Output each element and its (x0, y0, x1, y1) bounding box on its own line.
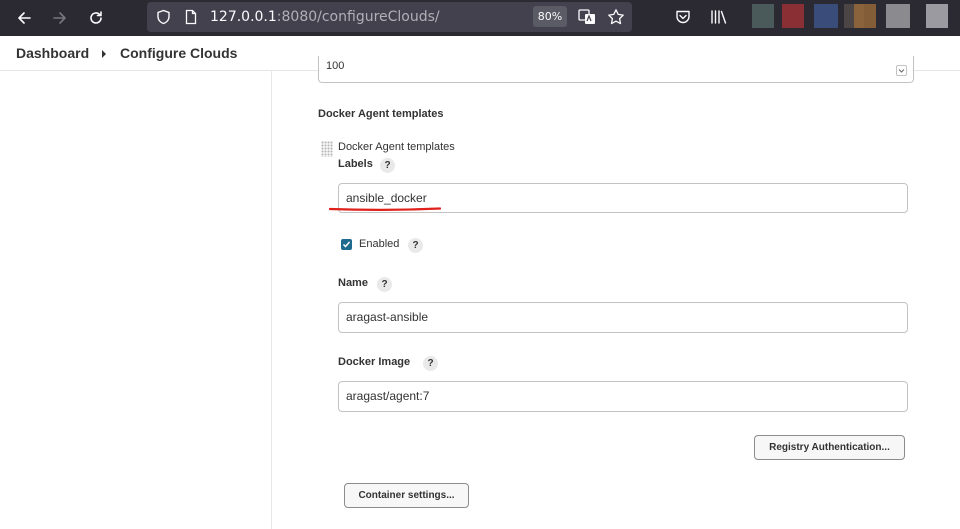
container-cap-field[interactable]: 100 (318, 56, 914, 83)
labels-label: Labels (338, 158, 373, 170)
help-icon[interactable]: ? (408, 238, 423, 253)
pocket-icon[interactable] (675, 9, 691, 29)
side-panel-divider (271, 71, 272, 529)
back-arrow-icon[interactable] (12, 6, 36, 30)
url-host: 127.0.0.1 (210, 9, 277, 25)
browser-toolbar: 127.0.0.1:8080/configureClouds/ 80% (0, 0, 960, 36)
enabled-label: Enabled (359, 238, 400, 250)
drag-handle-icon[interactable] (321, 141, 333, 157)
template-title: Docker Agent templates (338, 141, 455, 153)
translate-icon[interactable] (578, 8, 596, 30)
annotation-underline (329, 207, 441, 211)
name-input-value: aragast-ansible (346, 310, 429, 324)
extension-icon[interactable] (926, 4, 948, 28)
docker-image-input[interactable]: aragast/agent:7 (338, 381, 908, 412)
breadcrumb-dashboard[interactable]: Dashboard (16, 45, 89, 61)
help-icon[interactable]: ? (380, 158, 395, 173)
chevron-down-icon[interactable] (896, 65, 907, 76)
reload-icon[interactable] (84, 6, 108, 30)
extension-icon[interactable] (752, 4, 774, 28)
star-icon[interactable] (607, 8, 625, 30)
url-bar[interactable]: 127.0.0.1:8080/configureClouds/ 80% (147, 2, 632, 32)
breadcrumb-separator-icon (102, 50, 106, 58)
labels-input-value: ansible_docker (346, 191, 427, 205)
docker-image-label: Docker Image (338, 356, 411, 368)
extension-icon[interactable] (854, 4, 876, 28)
url-text[interactable]: 127.0.0.1:8080/configureClouds/ (210, 9, 440, 25)
docker-image-input-value: aragast/agent:7 (346, 389, 430, 403)
registry-authentication-button[interactable]: Registry Authentication... (754, 435, 905, 460)
section-title: Docker Agent templates (318, 108, 444, 120)
extension-icon[interactable] (782, 4, 804, 28)
extension-icon[interactable] (886, 4, 910, 28)
url-path: :8080/configureClouds/ (276, 9, 440, 25)
breadcrumb-configure-clouds[interactable]: Configure Clouds (120, 45, 237, 61)
library-icon[interactable] (710, 9, 728, 29)
forward-arrow-icon[interactable] (48, 6, 72, 30)
name-label: Name (338, 277, 368, 289)
extension-icon[interactable] (814, 4, 838, 28)
container-cap-value: 100 (326, 60, 345, 72)
help-icon[interactable]: ? (377, 277, 392, 292)
help-icon[interactable]: ? (423, 356, 438, 371)
page-icon[interactable] (185, 9, 197, 29)
container-settings-button[interactable]: Container settings... (344, 483, 469, 508)
extension-icons[interactable] (744, 4, 960, 30)
enabled-checkbox[interactable] (341, 239, 352, 250)
shield-icon[interactable] (156, 9, 171, 29)
zoom-level-badge[interactable]: 80% (533, 6, 567, 27)
name-input[interactable]: aragast-ansible (338, 302, 908, 333)
